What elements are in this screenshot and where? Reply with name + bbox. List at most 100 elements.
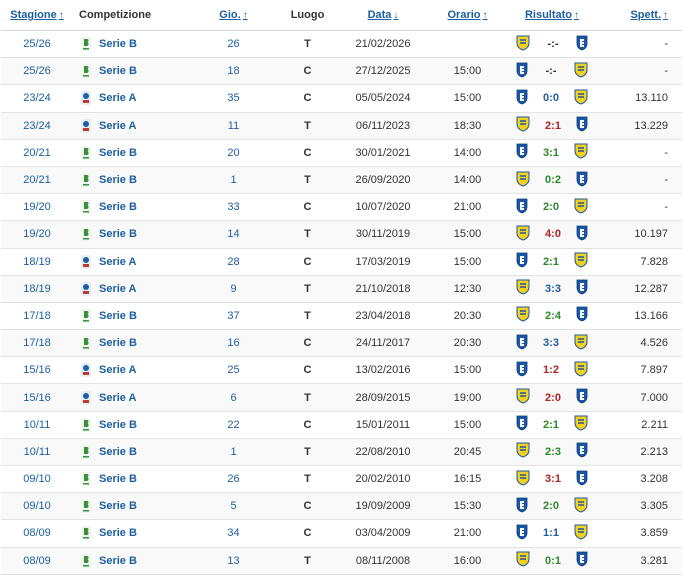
matchday-cell[interactable]: 34 — [189, 519, 278, 548]
season-cell[interactable]: 08/09 — [1, 519, 73, 548]
result-cell[interactable]: 2:0 — [506, 383, 598, 412]
season-cell[interactable]: 15/16 — [1, 356, 73, 385]
competition-cell[interactable]: Serie B — [73, 166, 189, 195]
season-cell[interactable]: 20/21 — [1, 139, 73, 167]
match-score[interactable]: 3:1 — [528, 147, 574, 159]
sort-by-spectators[interactable]: Spett. ↑ — [598, 0, 682, 31]
table-row[interactable]: 19/20 Serie B 14 T 30/11/2019 15:00 4:0 10.197 — [1, 220, 682, 249]
sort-by-matchday[interactable]: Gio. ↑ — [189, 0, 278, 31]
matchday-cell[interactable]: 22 — [189, 411, 278, 439]
match-score[interactable]: -:- — [530, 38, 576, 50]
competition-cell[interactable]: Serie B — [73, 302, 189, 331]
matchday-cell[interactable]: 16 — [189, 329, 278, 358]
match-score[interactable]: 4:0 — [530, 228, 576, 240]
matchday-cell[interactable]: 37 — [189, 302, 278, 331]
result-cell[interactable]: 3:1 — [506, 465, 598, 494]
competition-cell[interactable]: Serie B — [73, 30, 189, 59]
season-cell[interactable]: 25/26 — [1, 57, 73, 86]
season-cell[interactable]: 25/26 — [1, 30, 73, 59]
match-score[interactable]: -:- — [528, 65, 574, 77]
sort-by-date[interactable]: Data ↓ — [337, 0, 429, 31]
competition-cell[interactable]: Serie B — [73, 519, 189, 548]
competition-cell[interactable]: Serie B — [73, 329, 189, 358]
result-cell[interactable]: 0:1 — [506, 547, 598, 575]
matchday-cell[interactable]: 1 — [189, 166, 278, 195]
competition-cell[interactable]: Serie B — [73, 547, 189, 575]
season-cell[interactable]: 19/20 — [1, 193, 73, 222]
match-score[interactable]: 2:0 — [530, 392, 576, 404]
result-cell[interactable]: 0:2 — [506, 166, 598, 195]
table-row[interactable]: 08/09 Serie B 34 C 03/04/2009 21:00 1:1 3.859 — [1, 519, 682, 548]
competition-cell[interactable]: Serie B — [73, 139, 189, 167]
competition-cell[interactable]: Serie B — [73, 57, 189, 86]
result-cell[interactable]: 3:3 — [506, 329, 598, 358]
match-score[interactable]: 0:1 — [530, 555, 576, 567]
match-score[interactable]: 0:2 — [530, 174, 576, 186]
result-cell[interactable]: 2:3 — [506, 438, 598, 467]
match-score[interactable]: 1:2 — [528, 364, 574, 376]
season-cell[interactable]: 20/21 — [1, 166, 73, 195]
table-row[interactable]: 17/18 Serie B 16 C 24/11/2017 20:30 3:3 4.526 — [1, 329, 682, 358]
matchday-cell[interactable]: 18 — [189, 57, 278, 86]
result-cell[interactable]: 2:1 — [506, 112, 598, 140]
season-cell[interactable]: 10/11 — [1, 411, 73, 439]
result-cell[interactable]: 4:0 — [506, 220, 598, 249]
season-cell[interactable]: 23/24 — [1, 112, 73, 140]
match-score[interactable]: 3:3 — [530, 283, 576, 295]
result-cell[interactable]: 2:1 — [506, 248, 598, 276]
competition-cell[interactable]: Serie B — [73, 465, 189, 494]
result-cell[interactable]: 1:1 — [506, 519, 598, 548]
matchday-cell[interactable]: 33 — [189, 193, 278, 222]
table-row[interactable]: 19/20 Serie B 33 C 10/07/2020 21:00 2:0 - — [1, 193, 682, 222]
competition-cell[interactable]: Serie B — [73, 193, 189, 222]
matchday-cell[interactable]: 26 — [189, 30, 278, 59]
result-cell[interactable]: 1:2 — [506, 356, 598, 385]
table-row[interactable]: 25/26 Serie B 26 T 21/02/2026 -:- - — [1, 30, 682, 59]
result-cell[interactable]: 2:1 — [506, 411, 598, 439]
matchday-cell[interactable]: 26 — [189, 465, 278, 494]
result-cell[interactable]: 3:3 — [506, 275, 598, 303]
competition-cell[interactable]: Serie B — [73, 438, 189, 467]
match-score[interactable]: 2:4 — [530, 310, 576, 322]
matchday-cell[interactable]: 5 — [189, 492, 278, 521]
season-cell[interactable]: 09/10 — [1, 465, 73, 494]
season-cell[interactable]: 17/18 — [1, 302, 73, 331]
season-cell[interactable]: 09/10 — [1, 492, 73, 521]
table-row[interactable]: 10/11 Serie B 22 C 15/01/2011 15:00 2:1 2.211 — [1, 411, 682, 439]
result-cell[interactable]: -:- — [506, 30, 598, 59]
season-cell[interactable]: 08/09 — [1, 547, 73, 575]
matchday-cell[interactable]: 1 — [189, 438, 278, 467]
table-row[interactable]: 15/16 Serie A 25 C 13/02/2016 15:00 1:2 7.897 — [1, 356, 682, 385]
matchday-cell[interactable]: 35 — [189, 84, 278, 113]
match-score[interactable]: 0:0 — [528, 92, 574, 104]
result-cell[interactable]: 0:0 — [506, 84, 598, 113]
competition-cell[interactable]: Serie A — [73, 84, 189, 113]
table-row[interactable]: 18/19 Serie A 9 T 21/10/2018 12:30 3:3 12.287 — [1, 275, 682, 303]
match-score[interactable]: 2:1 — [528, 256, 574, 268]
table-row[interactable]: 10/11 Serie B 1 T 22/08/2010 20:45 2:3 2.213 — [1, 438, 682, 467]
table-row[interactable]: 20/21 Serie B 1 T 26/09/2020 14:00 0:2 - — [1, 166, 682, 195]
competition-cell[interactable]: Serie A — [73, 383, 189, 412]
result-cell[interactable]: 2:4 — [506, 302, 598, 331]
match-score[interactable]: 2:1 — [530, 120, 576, 132]
competition-cell[interactable]: Serie A — [73, 112, 189, 140]
match-score[interactable]: 1:1 — [528, 527, 574, 539]
table-row[interactable]: 09/10 Serie B 26 T 20/02/2010 16:15 3:1 3.208 — [1, 465, 682, 494]
competition-cell[interactable]: Serie A — [73, 248, 189, 276]
competition-cell[interactable]: Serie B — [73, 220, 189, 249]
match-score[interactable]: 3:1 — [530, 473, 576, 485]
sort-by-time[interactable]: Orario ↑ — [429, 0, 506, 31]
competition-cell[interactable]: Serie B — [73, 492, 189, 521]
match-score[interactable]: 2:3 — [530, 446, 576, 458]
season-cell[interactable]: 19/20 — [1, 220, 73, 249]
match-score[interactable]: 3:3 — [528, 337, 574, 349]
season-cell[interactable]: 17/18 — [1, 329, 73, 358]
result-cell[interactable]: -:- — [506, 57, 598, 86]
table-row[interactable]: 08/09 Serie B 13 T 08/11/2008 16:00 0:1 3.281 — [1, 547, 682, 575]
season-cell[interactable]: 18/19 — [1, 275, 73, 303]
matchday-cell[interactable]: 6 — [189, 383, 278, 412]
season-cell[interactable]: 23/24 — [1, 84, 73, 113]
competition-cell[interactable]: Serie A — [73, 356, 189, 385]
season-cell[interactable]: 15/16 — [1, 383, 73, 412]
table-row[interactable]: 09/10 Serie B 5 C 19/09/2009 15:30 2:0 3.305 — [1, 492, 682, 521]
